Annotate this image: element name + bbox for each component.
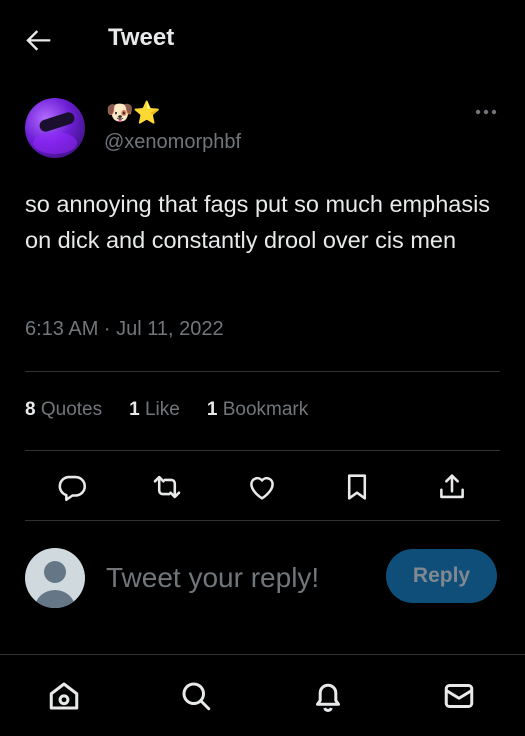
author-handle[interactable]: @xenomorphbf	[104, 131, 241, 154]
nav-notifications[interactable]	[310, 678, 346, 714]
bookmark-button[interactable]	[340, 470, 374, 504]
quotes-count: 8	[25, 399, 36, 420]
likes-count: 1	[129, 399, 140, 420]
page-title: Tweet	[108, 24, 175, 51]
search-icon	[178, 678, 214, 714]
author-display-name[interactable]: 🐶⭐	[106, 100, 161, 126]
more-horizontal-icon	[470, 100, 502, 124]
quotes-label: Quotes	[40, 399, 103, 420]
reply-submit-button[interactable]: Reply	[386, 549, 497, 603]
retweet-button[interactable]	[150, 470, 184, 504]
reply-button[interactable]	[55, 470, 89, 504]
divider	[25, 450, 500, 451]
like-button[interactable]	[245, 470, 279, 504]
bookmarks-label: Bookmark	[222, 399, 309, 420]
quotes-stat[interactable]: 8 Quotes	[25, 399, 102, 421]
comment-icon	[55, 470, 89, 504]
likes-label: Like	[144, 399, 180, 420]
tweet-timestamp[interactable]: 6:13 AM · Jul 11, 2022	[25, 318, 224, 341]
share-icon	[435, 470, 469, 504]
home-icon	[46, 678, 82, 714]
tweet-actions	[0, 470, 525, 504]
bottom-navigation	[0, 654, 525, 736]
bell-icon	[310, 678, 346, 714]
header-bar: Tweet	[0, 0, 525, 78]
divider	[25, 520, 500, 521]
retweet-icon	[150, 470, 184, 504]
likes-stat[interactable]: 1 Like	[129, 399, 180, 421]
nav-messages[interactable]	[441, 678, 477, 714]
heart-icon	[245, 470, 279, 504]
nav-search[interactable]	[178, 678, 214, 714]
more-options-button[interactable]	[470, 100, 502, 124]
back-button[interactable]	[22, 23, 56, 57]
tweet-text: so annoying that fags put so much emphas…	[25, 191, 491, 253]
divider	[25, 371, 500, 372]
bookmarks-stat[interactable]: 1 Bookmark	[207, 399, 308, 421]
author-avatar[interactable]	[25, 98, 85, 158]
arrow-left-icon	[22, 23, 56, 57]
mail-icon	[441, 678, 477, 714]
bookmarks-count: 1	[206, 399, 218, 420]
share-button[interactable]	[435, 470, 469, 504]
user-avatar	[25, 548, 85, 608]
tweet-stats: 8 Quotes 1 Like 1 Bookmark	[25, 399, 335, 421]
reply-input[interactable]	[106, 558, 366, 598]
nav-home[interactable]	[46, 678, 82, 714]
bookmark-icon	[340, 470, 374, 504]
